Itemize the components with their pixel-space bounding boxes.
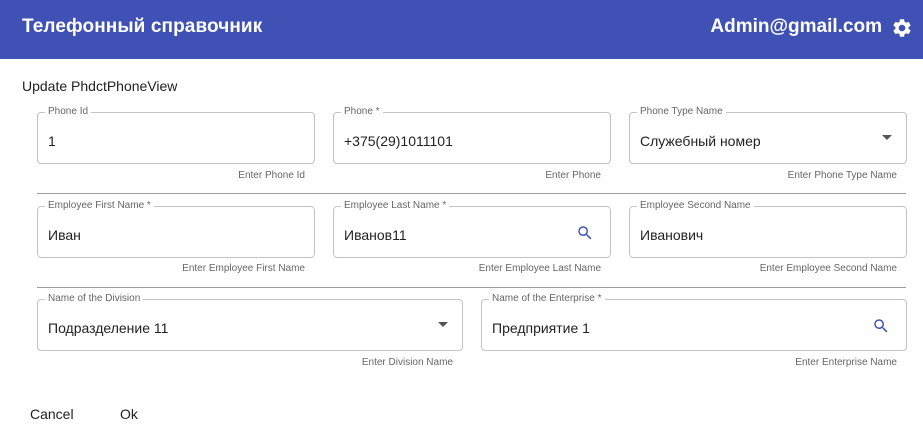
form-title: Update PhdctPhoneView — [22, 78, 178, 94]
phone-label: Phone * — [341, 105, 383, 119]
first-name-field[interactable]: Employee First Name * Иван — [37, 199, 315, 258]
last-name-value: Иванов11 — [344, 227, 407, 243]
search-icon[interactable] — [576, 224, 594, 242]
enterprise-field[interactable]: Name of the Enterprise * Предприятие 1 — [481, 292, 907, 351]
second-name-value: Иванович — [640, 227, 704, 243]
first-name-helper: Enter Employee First Name — [182, 263, 305, 274]
first-name-label: Employee First Name * — [45, 199, 154, 213]
phone-type-helper: Enter Phone Type Name — [787, 170, 897, 181]
second-name-field[interactable]: Employee Second Name Иванович — [629, 199, 907, 258]
first-name-value: Иван — [48, 227, 81, 243]
phone-id-value: 1 — [48, 133, 56, 149]
division-select[interactable]: Name of the Division Подразделение 11 — [37, 292, 463, 351]
phone-helper: Enter Phone — [545, 170, 601, 181]
phone-type-label: Phone Type Name — [637, 105, 726, 119]
division-label: Name of the Division — [45, 292, 144, 306]
last-name-field[interactable]: Employee Last Name * Иванов11 — [333, 199, 611, 258]
ok-button[interactable]: Ok — [120, 406, 138, 422]
chevron-down-icon[interactable] — [882, 135, 892, 140]
search-icon[interactable] — [872, 317, 890, 335]
enterprise-helper: Enter Enterprise Name — [795, 357, 897, 368]
last-name-helper: Enter Employee Last Name — [478, 263, 601, 274]
second-name-label: Employee Second Name — [637, 199, 754, 213]
phone-field[interactable]: Phone * +375(29)1011101 — [333, 105, 611, 164]
phone-id-field[interactable]: Phone Id 1 — [37, 105, 315, 164]
app-header: Телефонный справочник Admin@gmail.com — [0, 0, 923, 59]
enterprise-label: Name of the Enterprise * — [489, 292, 605, 306]
phone-id-helper: Enter Phone Id — [238, 170, 305, 181]
app-title: Телефонный справочник — [22, 16, 263, 37]
second-name-helper: Enter Employee Second Name — [759, 263, 897, 274]
last-name-label: Employee Last Name * — [341, 199, 450, 213]
phone-type-select[interactable]: Phone Type Name Служебный номер — [629, 105, 907, 164]
chevron-down-icon[interactable] — [438, 322, 448, 327]
phone-type-value: Служебный номер — [640, 133, 761, 149]
gear-icon[interactable] — [891, 17, 913, 39]
phone-value: +375(29)1011101 — [344, 133, 453, 149]
division-value: Подразделение 11 — [48, 320, 169, 336]
divider — [37, 193, 906, 194]
divider — [37, 287, 906, 288]
cancel-button[interactable]: Cancel — [30, 406, 74, 422]
user-email[interactable]: Admin@gmail.com — [710, 16, 882, 38]
phone-id-label: Phone Id — [45, 105, 92, 119]
division-helper: Enter Division Name — [361, 357, 453, 368]
enterprise-value: Предприятие 1 — [492, 320, 590, 336]
